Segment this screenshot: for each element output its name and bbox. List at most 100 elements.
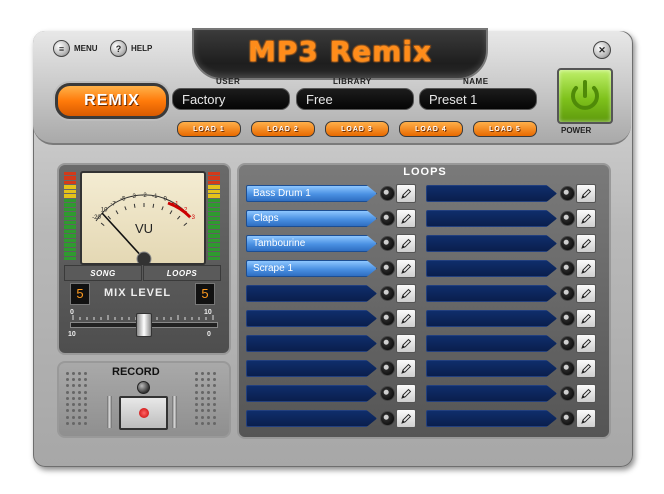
mix-right-bottom-label: 0 bbox=[207, 331, 211, 338]
led-segment bbox=[208, 212, 220, 216]
loop-slot[interactable] bbox=[246, 410, 377, 427]
loop-slot[interactable] bbox=[426, 210, 557, 227]
disc-icon[interactable] bbox=[380, 286, 395, 301]
pencil-icon[interactable] bbox=[396, 409, 416, 428]
disc-icon[interactable] bbox=[380, 411, 395, 426]
disc-icon[interactable] bbox=[380, 211, 395, 226]
disc-icon[interactable] bbox=[560, 411, 575, 426]
led-segment bbox=[208, 225, 220, 229]
vu-meter: -20 10 -7 -5 -3 -2 -1 0 +1 +2 +3 VU bbox=[80, 171, 206, 265]
record-button[interactable] bbox=[119, 396, 168, 430]
pencil-icon[interactable] bbox=[396, 334, 416, 353]
loop-slot[interactable] bbox=[426, 385, 557, 402]
vu-scale-label: -1 bbox=[152, 194, 158, 200]
disc-icon[interactable] bbox=[560, 361, 575, 376]
loop-slot[interactable] bbox=[426, 285, 557, 302]
library-field[interactable]: Free bbox=[296, 88, 414, 110]
disc-icon[interactable] bbox=[560, 336, 575, 351]
pencil-icon[interactable] bbox=[396, 184, 416, 203]
disc-icon[interactable] bbox=[380, 311, 395, 326]
load-5-button[interactable]: LOAD 5 bbox=[473, 121, 537, 137]
grill-hole bbox=[195, 372, 198, 375]
pencil-icon[interactable] bbox=[576, 184, 596, 203]
pencil-icon[interactable] bbox=[576, 234, 596, 253]
pencil-icon[interactable] bbox=[396, 259, 416, 278]
load-3-button[interactable]: LOAD 3 bbox=[325, 121, 389, 137]
disc-icon[interactable] bbox=[560, 311, 575, 326]
loop-row bbox=[246, 359, 416, 378]
load-4-button[interactable]: LOAD 4 bbox=[399, 121, 463, 137]
disc-icon[interactable] bbox=[380, 386, 395, 401]
menu-button[interactable]: ≡ MENU bbox=[53, 40, 98, 57]
pencil-icon[interactable] bbox=[396, 209, 416, 228]
disc-icon[interactable] bbox=[380, 236, 395, 251]
pencil-icon[interactable] bbox=[396, 284, 416, 303]
loop-slot[interactable] bbox=[246, 335, 377, 352]
pencil-icon[interactable] bbox=[396, 384, 416, 403]
loop-slot[interactable]: Scrape 1 bbox=[246, 260, 377, 277]
disc-icon[interactable] bbox=[560, 286, 575, 301]
remix-button[interactable]: REMIX bbox=[55, 83, 169, 119]
loop-slot[interactable] bbox=[426, 185, 557, 202]
loop-slot[interactable]: Claps bbox=[246, 210, 377, 227]
loop-slot[interactable] bbox=[426, 335, 557, 352]
loop-slot[interactable] bbox=[426, 410, 557, 427]
pencil-icon[interactable] bbox=[576, 259, 596, 278]
mix-level-label: MIX LEVEL bbox=[104, 287, 172, 299]
loop-slot[interactable] bbox=[426, 235, 557, 252]
disc-icon[interactable] bbox=[560, 186, 575, 201]
grill-hole bbox=[84, 372, 87, 375]
disc-icon[interactable] bbox=[380, 186, 395, 201]
led-segment bbox=[64, 207, 76, 212]
pencil-icon[interactable] bbox=[576, 309, 596, 328]
disc-icon[interactable] bbox=[560, 236, 575, 251]
loop-slot[interactable] bbox=[426, 310, 557, 327]
loops-tab: LOOPS bbox=[143, 265, 221, 281]
disc-icon[interactable] bbox=[380, 361, 395, 376]
disc-icon[interactable] bbox=[380, 336, 395, 351]
loop-slot[interactable] bbox=[426, 260, 557, 277]
led-segment bbox=[64, 172, 76, 176]
mix-level-thumb[interactable] bbox=[136, 313, 152, 337]
name-field[interactable]: Preset 1 bbox=[419, 88, 537, 110]
led-segment bbox=[64, 185, 76, 189]
grill-hole bbox=[84, 378, 87, 382]
pencil-icon[interactable] bbox=[576, 359, 596, 378]
disc-icon[interactable] bbox=[560, 261, 575, 276]
disc-icon[interactable] bbox=[380, 261, 395, 276]
grill-hole bbox=[72, 415, 75, 419]
loop-slot[interactable] bbox=[246, 310, 377, 327]
user-field[interactable]: Factory bbox=[172, 88, 290, 110]
vu-label: VU bbox=[135, 221, 153, 236]
help-button[interactable]: ? HELP bbox=[110, 40, 152, 57]
grill-hole bbox=[213, 409, 216, 413]
loop-slot[interactable] bbox=[426, 360, 557, 377]
pencil-icon[interactable] bbox=[576, 209, 596, 228]
pencil-icon[interactable] bbox=[576, 284, 596, 303]
pencil-icon[interactable] bbox=[576, 384, 596, 403]
load-1-button[interactable]: LOAD 1 bbox=[177, 121, 241, 137]
pencil-icon[interactable] bbox=[396, 309, 416, 328]
pencil-icon[interactable] bbox=[576, 334, 596, 353]
loop-slot[interactable]: Bass Drum 1 bbox=[246, 185, 377, 202]
pencil-icon[interactable] bbox=[396, 359, 416, 378]
record-dot-icon bbox=[138, 408, 149, 418]
led-segment bbox=[208, 198, 220, 203]
grill-hole bbox=[201, 372, 204, 375]
loop-slot[interactable] bbox=[246, 360, 377, 377]
load-2-button[interactable]: LOAD 2 bbox=[251, 121, 315, 137]
grill-hole bbox=[213, 372, 216, 375]
loop-slot[interactable]: Tambourine bbox=[246, 235, 377, 252]
loop-slot[interactable] bbox=[246, 385, 377, 402]
grill-hole bbox=[66, 415, 69, 419]
pencil-icon[interactable] bbox=[396, 234, 416, 253]
disc-icon[interactable] bbox=[560, 211, 575, 226]
pencil-icon[interactable] bbox=[576, 409, 596, 428]
led-segment bbox=[64, 194, 76, 198]
grill-hole bbox=[72, 396, 75, 400]
close-icon[interactable]: ✕ bbox=[593, 41, 611, 59]
power-button[interactable] bbox=[557, 68, 613, 124]
disc-icon[interactable] bbox=[560, 386, 575, 401]
loop-row bbox=[426, 259, 596, 278]
loop-slot[interactable] bbox=[246, 285, 377, 302]
